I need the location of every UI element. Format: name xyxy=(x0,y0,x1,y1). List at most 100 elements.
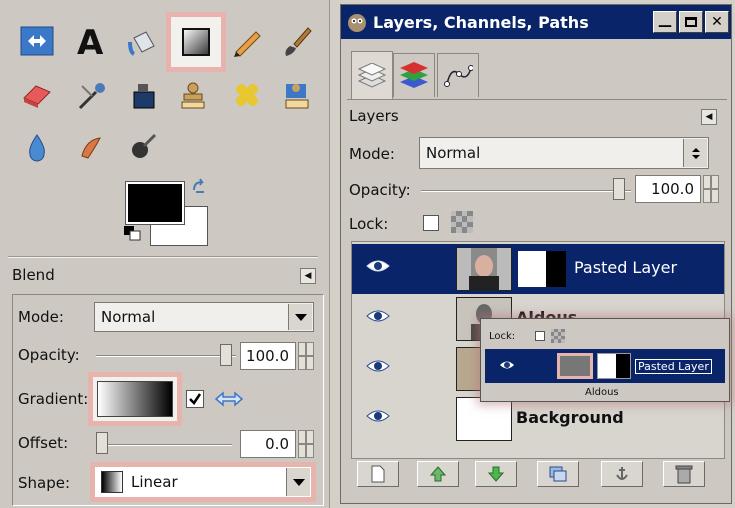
blend-tool-button[interactable] xyxy=(166,12,226,72)
clone-tool-button[interactable] xyxy=(168,70,218,120)
eye-icon[interactable] xyxy=(366,408,390,424)
tab-channels[interactable] xyxy=(393,53,435,97)
minimize-icon: — xyxy=(658,18,672,34)
layer-name: Background xyxy=(516,408,624,427)
ink-tool-button[interactable] xyxy=(118,70,168,120)
dodge-burn-tool-button[interactable] xyxy=(118,122,168,172)
reverse-gradient-checkbox[interactable] xyxy=(186,390,204,408)
mode-label: Mode: xyxy=(18,308,64,326)
zoom-sub-layer-name: Aldous xyxy=(585,387,619,398)
spin-down-icon[interactable] xyxy=(298,356,314,370)
blend-panel-menu-button[interactable]: ◀ xyxy=(300,268,316,284)
shape-combo[interactable]: Linear xyxy=(90,462,316,502)
triangle-left-icon: ◀ xyxy=(304,271,312,281)
gradient-label: Gradient: xyxy=(18,390,89,408)
tab-layers[interactable] xyxy=(351,51,393,99)
pencil-tool-button[interactable] xyxy=(222,16,272,66)
spin-up-icon[interactable] xyxy=(298,430,314,444)
anchor-layer-button[interactable] xyxy=(601,461,643,487)
blur-sharpen-tool-button[interactable] xyxy=(12,122,62,172)
lower-layer-button[interactable] xyxy=(475,461,517,487)
maximize-icon xyxy=(685,17,697,27)
layer-mode-combo[interactable]: Normal xyxy=(419,137,709,169)
arrow-up-icon xyxy=(429,466,447,482)
opacity-spin-buttons[interactable] xyxy=(298,342,314,370)
duplicate-layer-button[interactable] xyxy=(537,461,579,487)
swap-colors-icon[interactable] xyxy=(190,178,208,196)
blend-options-title: Blend xyxy=(12,266,55,284)
zoom-mask-thumb xyxy=(597,353,631,379)
tabs-divider xyxy=(347,99,727,100)
paintbrush-tool-button[interactable] xyxy=(272,16,322,66)
raise-layer-button[interactable] xyxy=(417,461,459,487)
layer-opacity-slider-track[interactable] xyxy=(421,190,631,192)
tab-paths[interactable] xyxy=(437,53,479,97)
blend-mode-value: Normal xyxy=(101,308,156,326)
opacity-spin-field[interactable]: 100.0 xyxy=(240,342,296,370)
offset-spin-buttons[interactable] xyxy=(298,430,314,458)
foreground-color-swatch[interactable] xyxy=(125,181,185,225)
opacity-slider-track[interactable] xyxy=(96,355,236,357)
reverse-arrows-icon[interactable] xyxy=(214,390,244,408)
layer-opacity-spin-field[interactable]: 100.0 xyxy=(635,175,701,203)
offset-spin-field[interactable]: 0.0 xyxy=(240,430,296,458)
spin-down-icon[interactable] xyxy=(298,444,314,458)
eye-icon[interactable] xyxy=(366,308,390,324)
dodge-burn-icon xyxy=(132,133,157,158)
spin-up-icon[interactable] xyxy=(703,175,719,189)
lock-pixels-checkbox[interactable] xyxy=(423,215,439,231)
layer-name: Pasted Layer xyxy=(574,258,678,277)
layer-thumbnail xyxy=(456,397,512,441)
clone-icon xyxy=(181,82,205,109)
text-tool-button[interactable]: A xyxy=(66,16,116,66)
layer-row-pasted[interactable]: Pasted Layer xyxy=(352,244,724,294)
paintbrush-icon xyxy=(285,27,312,56)
perspective-clone-tool-button[interactable] xyxy=(272,70,322,120)
maximize-button[interactable] xyxy=(679,11,703,33)
gimp-icon xyxy=(348,14,366,32)
offset-slider-thumb[interactable] xyxy=(96,432,108,454)
layer-mask-thumbnail[interactable] xyxy=(514,247,570,291)
chevron-updown-icon xyxy=(683,139,707,167)
close-button[interactable]: ✕ xyxy=(705,11,729,33)
opacity-slider-thumb[interactable] xyxy=(220,344,232,366)
align-icon xyxy=(20,26,54,56)
smudge-icon xyxy=(81,137,101,159)
smudge-tool-button[interactable] xyxy=(66,122,116,172)
toolbox-panel: A Blend ◀ Mode: Normal Opacity: 100.0 Gr… xyxy=(0,0,330,508)
spin-up-icon[interactable] xyxy=(298,342,314,356)
pencil-icon xyxy=(234,31,261,57)
default-colors-icon[interactable] xyxy=(124,226,142,242)
zoom-layer-name: Pasted Layer xyxy=(635,359,712,374)
gradient-picker-button[interactable] xyxy=(88,372,182,426)
bucket-fill-icon xyxy=(128,31,155,56)
zoom-lock-checkbox xyxy=(535,331,545,341)
eye-icon[interactable] xyxy=(366,258,390,274)
airbrush-tool-button[interactable] xyxy=(66,70,116,120)
text-icon: A xyxy=(77,24,104,58)
airbrush-icon xyxy=(78,83,105,110)
lock-alpha-checker-icon[interactable] xyxy=(451,211,473,233)
offset-slider-track[interactable] xyxy=(96,444,232,446)
delete-layer-button[interactable] xyxy=(663,461,705,487)
minimize-button[interactable]: — xyxy=(653,11,677,34)
eraser-tool-button[interactable] xyxy=(12,70,62,120)
layers-tab-icon xyxy=(357,62,387,88)
layer-opacity-slider-thumb[interactable] xyxy=(613,178,625,200)
zoom-selected-row: Pasted Layer xyxy=(485,349,725,383)
heal-tool-button[interactable] xyxy=(222,70,272,120)
zoom-lock-label: Lock: xyxy=(489,331,516,342)
trash-icon xyxy=(675,465,693,484)
shape-label: Shape: xyxy=(18,474,71,492)
blend-mode-combo[interactable]: Normal xyxy=(94,302,314,332)
spin-down-icon[interactable] xyxy=(703,189,719,203)
layer-opacity-spin-buttons[interactable] xyxy=(703,175,719,203)
opacity-label: Opacity: xyxy=(18,346,80,364)
layers-panel-menu-button[interactable]: ◀ xyxy=(701,109,717,125)
layer-opacity-value: 100.0 xyxy=(651,180,694,198)
eye-icon[interactable] xyxy=(366,358,390,374)
new-layer-button[interactable] xyxy=(357,461,399,487)
align-tool-button[interactable] xyxy=(12,16,62,66)
bucket-fill-tool-button[interactable] xyxy=(118,16,168,66)
arrow-down-icon xyxy=(487,466,505,482)
